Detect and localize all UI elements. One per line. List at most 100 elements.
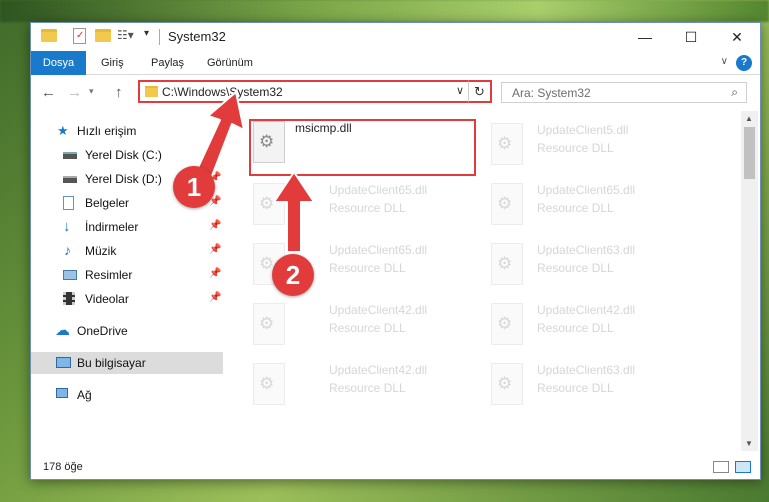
- folder-icon: [145, 86, 158, 97]
- file-item[interactable]: ⚙ UpdateClient5.dll Resource DLL: [489, 119, 715, 175]
- sidebar-item-onedrive[interactable]: ☁ OneDrive: [31, 320, 223, 342]
- file-name: UpdateClient65.dll: [537, 183, 636, 197]
- tab-view[interactable]: Görünüm: [195, 51, 265, 75]
- quick-access-dropdown-icon[interactable]: ▾: [144, 28, 149, 39]
- step-1-badge: 1: [173, 166, 215, 208]
- new-folder-icon[interactable]: [95, 29, 111, 42]
- item-count: 178 öğe: [43, 461, 83, 473]
- sidebar-item-label: Yerel Disk (D:): [85, 172, 162, 186]
- drive-icon: [63, 152, 77, 159]
- address-bar[interactable]: C:\Windows\System32 ∨: [138, 80, 492, 103]
- computer-icon: [56, 357, 71, 368]
- file-highlight-box: [249, 119, 476, 176]
- navigation-pane: ★ Hızlı erişim Yerel Disk (C:) 📌 Yerel D…: [31, 111, 225, 451]
- file-item[interactable]: ⚙ UpdateClient42.dll Resource DLL: [251, 359, 477, 415]
- minimize-button[interactable]: —: [622, 23, 668, 51]
- documents-icon: [63, 196, 74, 210]
- desktop-background: [0, 0, 769, 22]
- forward-button[interactable]: →: [67, 84, 82, 101]
- dll-file-icon: ⚙: [491, 363, 523, 405]
- file-name: UpdateClient42.dll: [329, 363, 428, 377]
- file-name: UpdateClient65.dll: [329, 243, 428, 257]
- close-button[interactable]: ✕: [714, 23, 760, 51]
- dll-file-icon: ⚙: [491, 123, 523, 165]
- refresh-button[interactable]: ↻: [468, 80, 492, 103]
- sidebar-item-label: Videolar: [85, 292, 129, 306]
- title-bar: ✓ ☷▾ ▾ System32 — ☐ ✕: [31, 23, 760, 51]
- file-type: Resource DLL: [537, 261, 614, 275]
- file-item[interactable]: ⚙ UpdateClient63.dll Resource DLL: [489, 359, 715, 415]
- ribbon-tabs: Dosya Giriş Paylaş Görünüm ∨ ?: [31, 51, 760, 75]
- pin-icon[interactable]: 📌: [209, 292, 221, 303]
- sidebar-item-label: Hızlı erişim: [77, 124, 137, 138]
- dll-file-icon: ⚙: [491, 303, 523, 345]
- drive-icon: [63, 176, 77, 183]
- star-icon: ★: [57, 123, 69, 138]
- file-type: Resource DLL: [329, 201, 406, 215]
- vertical-scrollbar[interactable]: ▲ ▼: [741, 111, 758, 451]
- tab-home[interactable]: Giriş: [89, 51, 136, 75]
- sidebar-item-label: Müzik: [85, 244, 117, 258]
- step-2-badge: 2: [272, 254, 314, 296]
- tab-share[interactable]: Paylaş: [139, 51, 196, 75]
- search-input[interactable]: Ara: System32 ⌕: [501, 82, 747, 103]
- dll-file-icon: ⚙: [253, 363, 285, 405]
- sidebar-item-label: Resimler: [85, 268, 133, 282]
- file-type: Resource DLL: [537, 381, 614, 395]
- scroll-down-icon[interactable]: ▼: [745, 439, 753, 448]
- file-type: Resource DLL: [329, 261, 406, 275]
- sidebar-item-local-disk-c[interactable]: Yerel Disk (C:) 📌: [31, 144, 223, 166]
- back-button[interactable]: ←: [41, 84, 56, 101]
- sidebar-item-quick-access[interactable]: ★ Hızlı erişim: [31, 120, 223, 142]
- scroll-up-icon[interactable]: ▲: [745, 114, 753, 123]
- network-icon: [56, 388, 68, 398]
- dll-file-icon: ⚙: [491, 183, 523, 225]
- sidebar-item-downloads[interactable]: ↓ İndirmeler 📌: [31, 216, 223, 238]
- dll-file-icon: ⚙: [253, 303, 285, 345]
- file-item[interactable]: ⚙ UpdateClient65.dll Resource DLL: [489, 179, 715, 235]
- search-icon[interactable]: ⌕: [731, 85, 738, 100]
- details-view-icon[interactable]: [713, 461, 729, 473]
- file-type: Resource DLL: [537, 321, 614, 335]
- pin-icon[interactable]: 📌: [209, 220, 221, 231]
- scrollbar-thumb[interactable]: [744, 127, 755, 179]
- file-item[interactable]: ⚙ UpdateClient42.dll Resource DLL: [489, 299, 715, 355]
- file-type: Resource DLL: [537, 201, 614, 215]
- pin-icon[interactable]: 📌: [209, 268, 221, 279]
- dll-file-icon: ⚙: [253, 183, 285, 225]
- cloud-icon: ☁: [55, 322, 70, 339]
- large-icons-view-icon[interactable]: [735, 461, 751, 473]
- tab-file[interactable]: Dosya: [31, 51, 86, 75]
- sidebar-item-label: Yerel Disk (C:): [85, 148, 162, 162]
- help-icon[interactable]: ?: [736, 55, 752, 71]
- file-item[interactable]: ⚙ UpdateClient42.dll Resource DLL: [251, 299, 477, 355]
- sidebar-item-label: İndirmeler: [85, 220, 139, 234]
- file-name: UpdateClient42.dll: [329, 303, 428, 317]
- sidebar-item-music[interactable]: ♪ Müzik 📌: [31, 240, 223, 262]
- sidebar-item-pictures[interactable]: Resimler 📌: [31, 264, 223, 286]
- window-title: System32: [168, 29, 226, 44]
- sidebar-item-videos[interactable]: Videolar 📌: [31, 288, 223, 310]
- file-name: UpdateClient42.dll: [537, 303, 636, 317]
- sidebar-item-this-pc[interactable]: Bu bilgisayar: [31, 352, 223, 374]
- sidebar-item-label: Ağ: [77, 388, 92, 402]
- search-placeholder: Ara: System32: [512, 86, 591, 100]
- recent-locations-icon[interactable]: ▾: [89, 86, 94, 97]
- expand-ribbon-icon[interactable]: ∨: [721, 56, 728, 67]
- file-item[interactable]: ⚙ UpdateClient65.dll Resource DLL: [251, 179, 477, 235]
- pin-icon[interactable]: 📌: [209, 148, 221, 159]
- videos-icon: [63, 292, 75, 305]
- properties-icon[interactable]: ✓: [73, 28, 86, 44]
- sidebar-item-network[interactable]: Ağ: [31, 384, 223, 406]
- up-button[interactable]: ↑: [115, 84, 123, 101]
- maximize-button[interactable]: ☐: [668, 23, 714, 51]
- sidebar-item-label: Bu bilgisayar: [77, 356, 146, 370]
- chevron-down-icon[interactable]: ∨: [456, 84, 464, 97]
- file-item[interactable]: ⚙ UpdateClient63.dll Resource DLL: [489, 239, 715, 295]
- folder-icon: [41, 29, 57, 42]
- pin-icon[interactable]: 📌: [209, 244, 221, 255]
- file-type: Resource DLL: [329, 321, 406, 335]
- title-separator: [159, 29, 160, 45]
- address-path[interactable]: C:\Windows\System32: [162, 85, 283, 99]
- customize-toolbar-icon[interactable]: ☷▾: [117, 28, 134, 42]
